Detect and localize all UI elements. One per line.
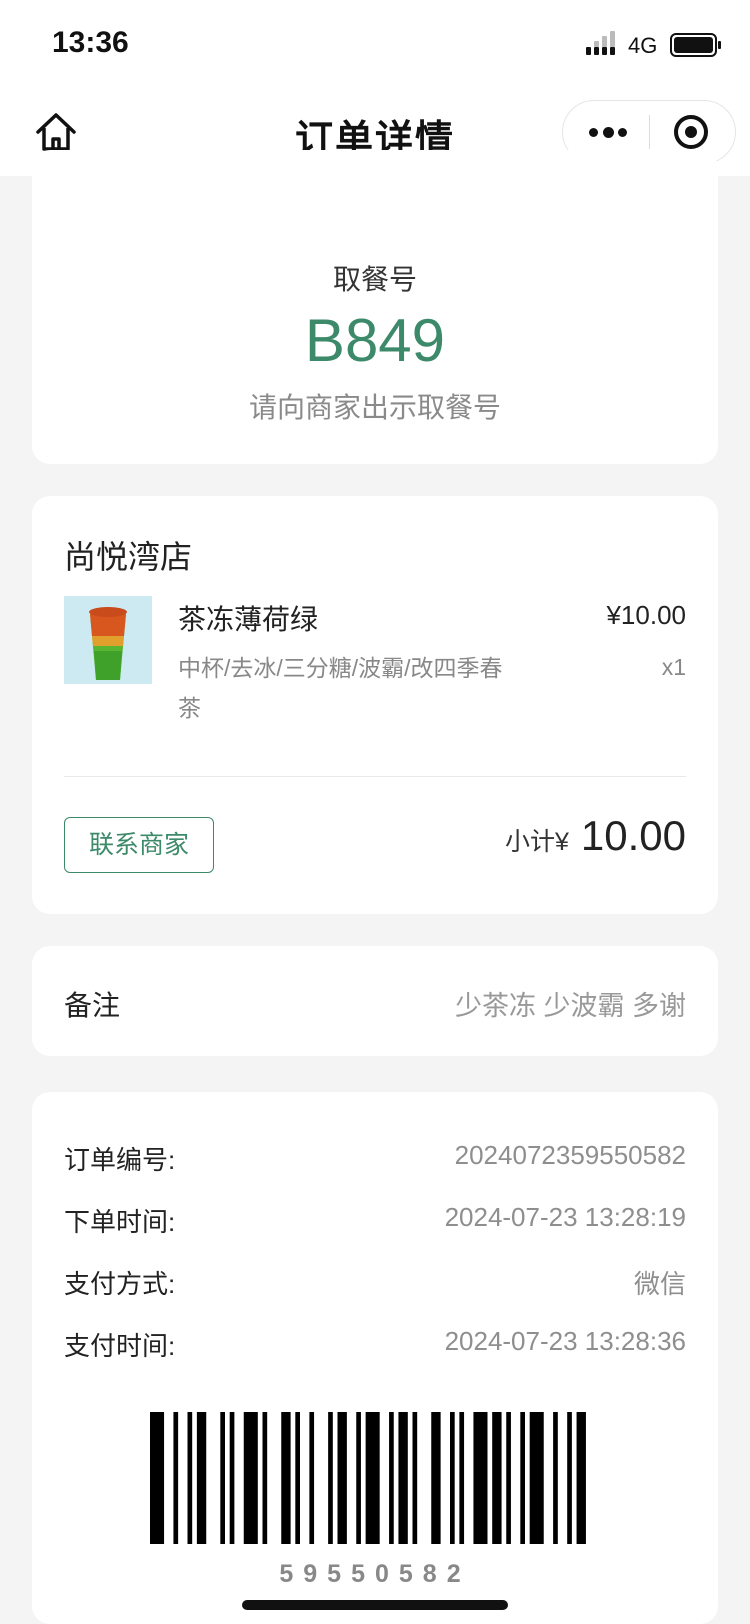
- barcode-bar: [150, 1412, 165, 1544]
- order-time-label: 下单时间:: [64, 1207, 176, 1237]
- pickup-label: 取餐号: [332, 264, 417, 295]
- barcode-bar: [196, 1412, 207, 1544]
- barcode-bar: [567, 1412, 572, 1544]
- subtotal: 小计¥ 10.00: [505, 812, 686, 860]
- network-label: 4G: [628, 33, 658, 58]
- pay-time-value: 2024-07-23 13:28:36: [444, 1326, 686, 1356]
- barcode-bar: [281, 1412, 291, 1544]
- pay-time-row: 支付时间: 2024-07-23 13:28:36: [64, 1326, 686, 1366]
- barcode-bar: [431, 1412, 441, 1544]
- product-spec: 中杯/去冰/三分糖/波霸/改四季春茶: [178, 655, 503, 721]
- barcode-bar: [328, 1412, 333, 1544]
- barcode-bar: [356, 1412, 361, 1544]
- barcode-bar: [173, 1412, 179, 1544]
- home-indicator: [242, 1600, 508, 1610]
- pickup-number: B849: [304, 307, 446, 374]
- barcode-bar: [473, 1412, 488, 1544]
- contact-merchant-button[interactable]: 联系商家: [64, 817, 214, 873]
- product-price: ¥10.00: [606, 600, 686, 630]
- order-card: 尚悦湾店 茶冻薄荷绿 ¥10.00 中杯/去冰/三分糖/波霸/改四季春茶 x1 …: [32, 496, 718, 914]
- barcode-bar: [576, 1412, 586, 1544]
- more-dot-icon: [603, 127, 614, 138]
- barcode-number: 59550582: [279, 1560, 471, 1588]
- barcode-bar: [187, 1412, 193, 1544]
- barcode-bar: [492, 1412, 502, 1544]
- barcode-bar: [229, 1412, 235, 1544]
- barcode-bar: [337, 1412, 347, 1544]
- barcode-bar: [262, 1412, 268, 1544]
- order-number-label: 订单编号:: [64, 1145, 176, 1175]
- barcode-bar: [365, 1412, 380, 1544]
- remark-label: 备注: [64, 990, 121, 1021]
- more-dot-icon: [618, 128, 627, 137]
- more-dot-icon: [589, 128, 598, 137]
- subtotal-label: 小计¥: [504, 828, 569, 856]
- barcode-bar: [553, 1412, 558, 1544]
- remark-card: 备注 少茶冻 少波霸 多谢: [32, 946, 718, 1056]
- barcode-bar: [520, 1412, 525, 1544]
- product-image: [64, 596, 152, 684]
- barcode: [150, 1412, 586, 1544]
- barcode-bar: [295, 1412, 300, 1544]
- status-time: 13:36: [52, 26, 129, 59]
- barcode-bar: [459, 1412, 465, 1544]
- store-name: 尚悦湾店: [64, 539, 193, 575]
- remark-value: 少茶冻 少波霸 多谢: [454, 991, 686, 1021]
- barcode-bar: [412, 1412, 418, 1544]
- barcode-bar: [389, 1412, 394, 1544]
- close-dot-icon: [685, 126, 697, 138]
- product-quantity: x1: [661, 654, 686, 680]
- barcode-bar: [309, 1412, 315, 1544]
- barcode-bar: [506, 1412, 511, 1544]
- pay-method-label: 支付方式:: [64, 1269, 176, 1299]
- pickup-card: 取餐号 B849 请向商家出示取餐号: [32, 150, 718, 464]
- pickup-hint: 请向商家出示取餐号: [248, 392, 501, 423]
- pay-time-label: 支付时间:: [64, 1331, 176, 1361]
- signal-icon: [586, 31, 615, 55]
- product-name: 茶冻薄荷绿: [178, 604, 319, 635]
- order-info-card: 订单编号: 2024072359550582 下单时间: 2024-07-23 …: [32, 1092, 718, 1624]
- pay-method-row: 支付方式: 微信: [64, 1264, 686, 1304]
- barcode-bar: [243, 1412, 258, 1544]
- status-bar: 13:36 4G: [0, 0, 750, 90]
- battery-icon: [670, 33, 721, 57]
- order-time-value: 2024-07-23 13:28:19: [444, 1202, 686, 1232]
- barcode-bar: [529, 1412, 544, 1544]
- barcode-bar: [450, 1412, 455, 1544]
- subtotal-value: 10.00: [580, 812, 686, 859]
- divider: [64, 776, 686, 777]
- barcode-bar: [220, 1412, 225, 1544]
- order-time-row: 下单时间: 2024-07-23 13:28:19: [64, 1202, 686, 1242]
- pay-method-value: 微信: [633, 1269, 686, 1299]
- order-number-value: 2024072359550582: [454, 1140, 686, 1170]
- order-number-row: 订单编号: 2024072359550582: [64, 1140, 686, 1180]
- barcode-bar: [398, 1412, 408, 1544]
